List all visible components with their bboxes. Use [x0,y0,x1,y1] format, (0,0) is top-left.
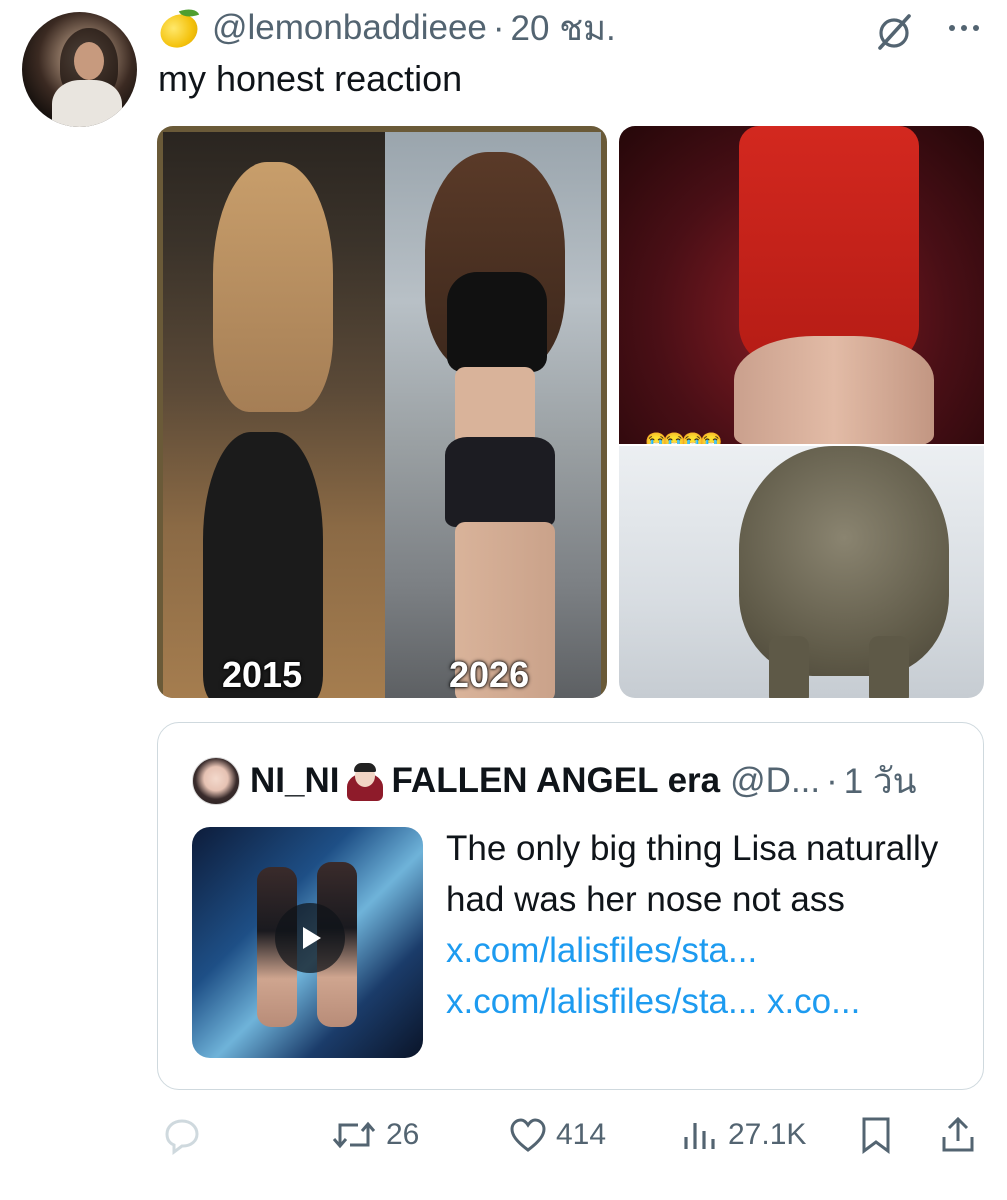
like-count: 414 [556,1118,607,1151]
views-icon [684,1123,715,1149]
media-red-outfit-photo[interactable]: 😭😭😭😭 [619,126,984,444]
retweet-count: 26 [386,1118,420,1151]
action-bar: 26 414 27.1K [0,1112,1007,1162]
quoted-name[interactable]: NI_NI [250,761,339,801]
share-button[interactable] [938,1112,986,1158]
author-handle[interactable]: @lemonbaddieee [212,8,487,48]
crying-emoji-overlay: 😭😭😭😭 [645,432,723,444]
tweet-text: my honest reaction [158,58,463,99]
media-comparison-photo[interactable]: 2015 2026 [157,126,607,698]
share-icon [942,1116,974,1152]
play-icon [303,927,321,949]
quoted-link-3[interactable]: x.co... [767,982,860,1021]
tweet-time[interactable]: 20 ชม. [511,1,616,56]
reply-icon [165,1119,199,1155]
like-button[interactable]: 414 [508,1112,606,1158]
quoted-video-thumbnail[interactable] [192,827,423,1058]
bookmark-icon [862,1117,890,1154]
media-frog-photo[interactable] [619,446,984,698]
quoted-tweet[interactable]: NI_NI FALLEN ANGEL era @D... · 1 วัน The… [157,722,984,1090]
views-count: 27.1K [728,1118,807,1151]
avatar[interactable] [22,12,137,127]
year-label-right: 2026 [449,654,530,695]
vampire-emoji-icon [345,761,385,801]
retweet-button[interactable]: 26 [330,1112,419,1158]
lemon-emoji-icon [155,5,203,54]
quoted-link-2[interactable]: x.com/lalisfiles/sta... [446,982,757,1021]
year-label-left: 2015 [222,654,303,695]
bookmark-button[interactable] [856,1112,904,1158]
header-separator: · [492,8,505,47]
play-button[interactable] [275,903,345,973]
quoted-header: NI_NI FALLEN ANGEL era @D... · 1 วัน [250,759,917,803]
quoted-time[interactable]: 1 วัน [844,754,917,809]
quoted-name-suffix[interactable]: FALLEN ANGEL era [391,761,720,801]
views-button[interactable]: 27.1K [680,1112,806,1158]
reply-button[interactable] [162,1112,210,1158]
quoted-separator: · [826,761,838,800]
heart-icon [510,1118,546,1152]
photo-panel-2015 [163,132,385,698]
retweet-icon [332,1121,376,1149]
quoted-body: The only big thing Lisa naturally had wa… [446,829,939,919]
photo-panel-2026 [385,132,601,698]
grok-icon[interactable] [872,10,916,54]
quoted-text: The only big thing Lisa naturally had wa… [446,823,966,1027]
more-icon[interactable] [944,14,984,44]
quoted-avatar[interactable] [192,757,240,805]
quoted-handle[interactable]: @D... [730,761,820,801]
quoted-link-1[interactable]: x.com/lalisfiles/sta... [446,931,757,970]
tweet-header: @lemonbaddieee · 20 ชม. [155,5,616,54]
